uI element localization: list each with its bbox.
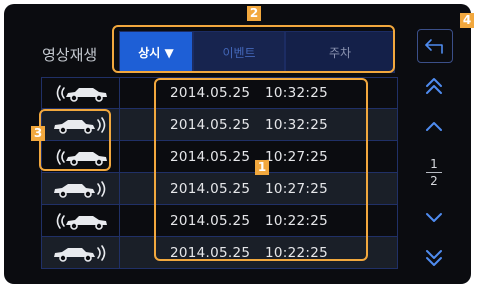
callout-badge-4: 4: [460, 13, 474, 28]
total-pages: 2: [430, 174, 438, 188]
car-signal-front-icon: [42, 78, 120, 108]
scroll-up-button[interactable]: [422, 116, 446, 136]
callout-box-tabs: [112, 25, 395, 73]
car-signal-rear-icon: [42, 173, 120, 204]
chevron-down-icon: [426, 213, 442, 222]
car-signal-rear-icon: [42, 237, 120, 268]
back-arrow-icon: [425, 39, 443, 54]
callout-badge-1: 1: [255, 160, 269, 175]
callout-badge-3: 3: [31, 126, 45, 141]
car-signal-front-icon: [42, 205, 120, 236]
scroll-down-button[interactable]: [422, 208, 446, 228]
scroll-first-button[interactable]: [422, 75, 446, 97]
chevron-up-icon: [426, 122, 442, 131]
page-indicator: 1 2: [424, 157, 444, 188]
callout-box-icons: [39, 109, 111, 171]
double-chevron-up-icon: [426, 78, 442, 94]
back-button[interactable]: [417, 29, 453, 63]
current-page: 1: [430, 157, 438, 171]
scroll-last-button[interactable]: [422, 246, 446, 270]
page-divider: [426, 172, 442, 173]
page-title: 영상재생: [42, 46, 98, 64]
callout-badge-2: 2: [247, 6, 261, 21]
double-chevron-down-icon: [426, 250, 442, 266]
